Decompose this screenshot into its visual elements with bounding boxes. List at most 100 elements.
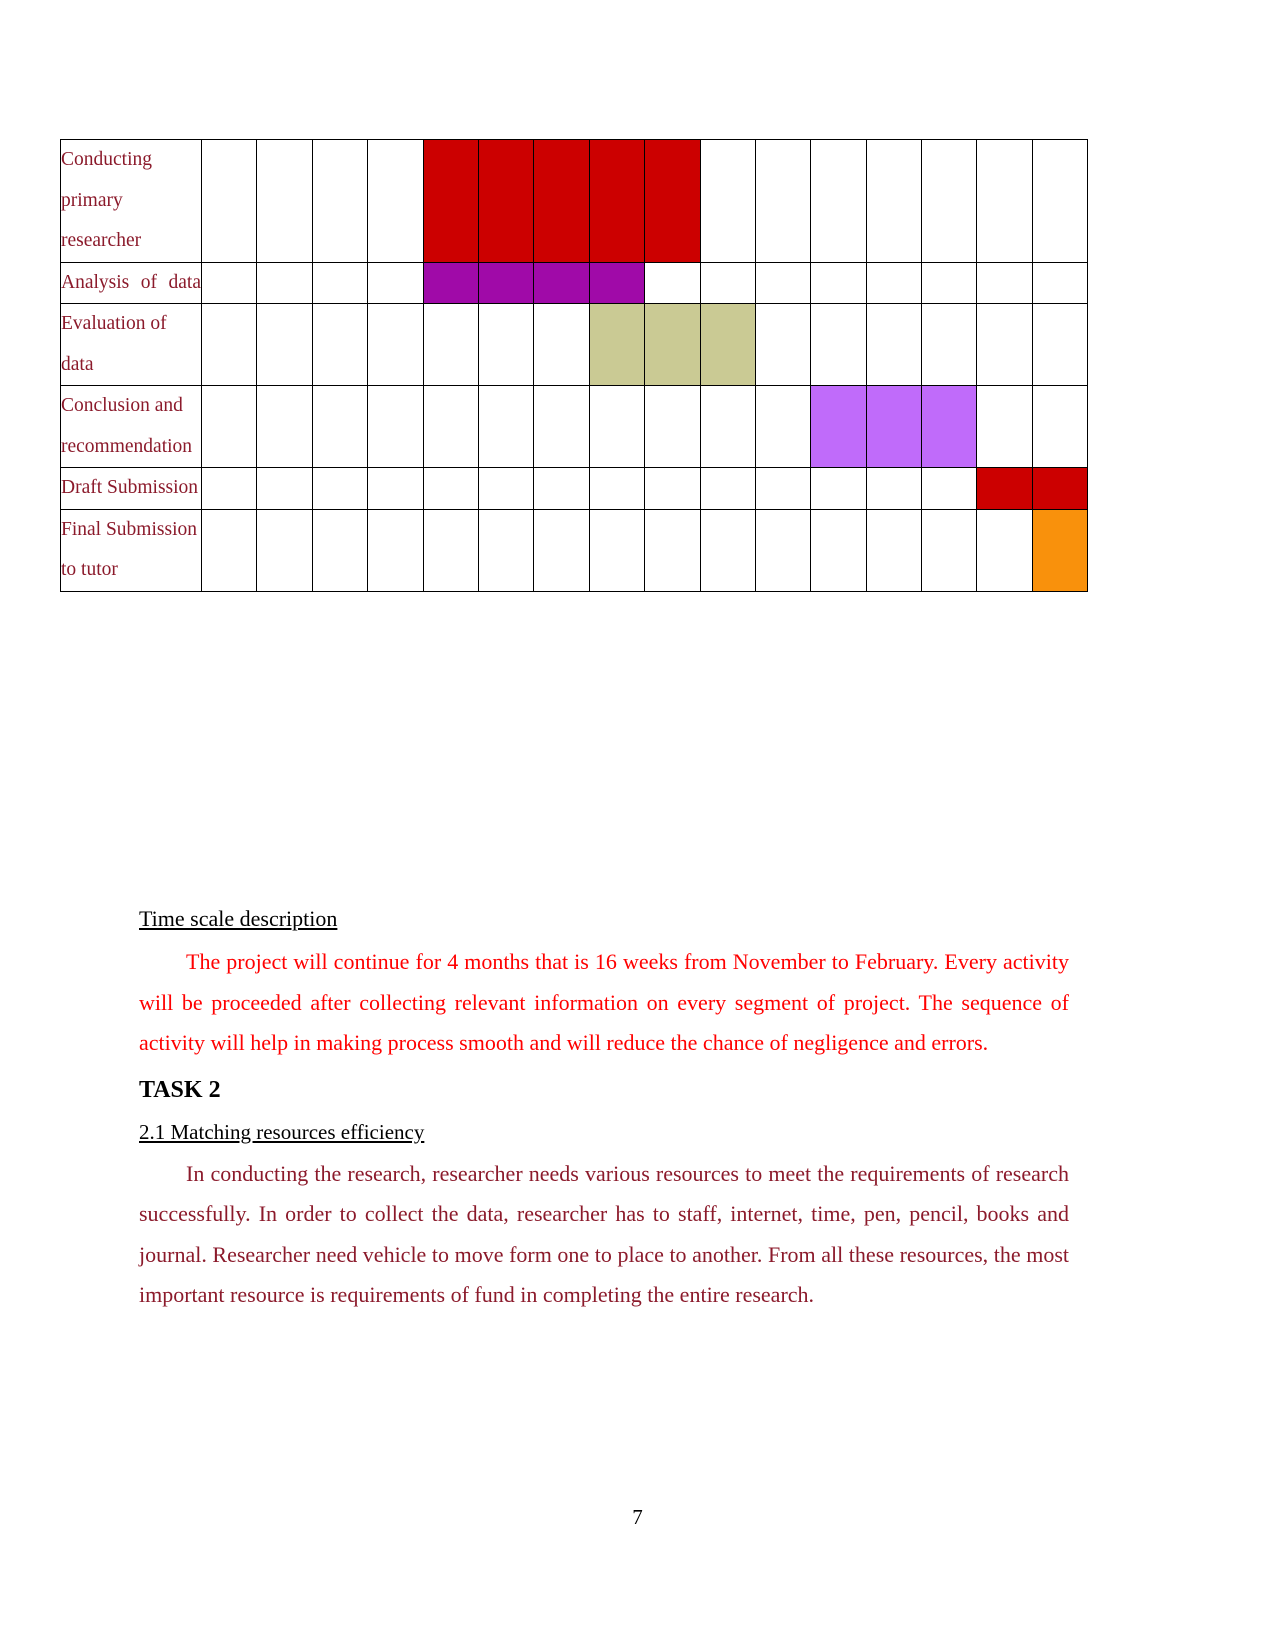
gantt-week-cell bbox=[754, 261, 812, 304]
gantt-week-cell bbox=[921, 303, 978, 386]
gantt-table-body: Conducting primary researcher Analysis of… bbox=[60, 139, 1089, 592]
gantt-week-cell bbox=[588, 467, 646, 510]
gantt-week-cell bbox=[533, 385, 590, 468]
gantt-week-cell bbox=[921, 467, 978, 510]
gantt-week-cell bbox=[976, 261, 1033, 304]
gantt-week-cell bbox=[699, 508, 756, 592]
gantt-week-cell bbox=[533, 508, 590, 592]
gantt-week-cell bbox=[644, 385, 701, 468]
gantt-week-cell bbox=[810, 261, 867, 304]
subsection-heading-block: 2.1 Matching resources efficiency bbox=[139, 1112, 1069, 1154]
gantt-chart-container: Conducting primary researcher Analysis of… bbox=[60, 139, 1089, 592]
gantt-week-cell bbox=[477, 467, 535, 510]
gantt-row: Conducting primary researcher bbox=[60, 139, 1089, 263]
gantt-week-cell bbox=[810, 303, 867, 386]
gantt-week-cell bbox=[200, 303, 258, 386]
gantt-week-cell bbox=[644, 261, 701, 304]
gantt-task-label: Analysis of data bbox=[60, 261, 202, 304]
gantt-bar-segment bbox=[422, 139, 479, 263]
gantt-week-cell bbox=[533, 467, 590, 510]
document-page: Conducting primary researcher Analysis of… bbox=[0, 0, 1275, 1651]
gantt-week-cell bbox=[256, 385, 313, 468]
gantt-week-cell bbox=[367, 139, 424, 263]
gantt-week-cell bbox=[311, 261, 369, 304]
gantt-week-cell bbox=[588, 385, 646, 468]
gantt-week-cell bbox=[865, 303, 923, 386]
page-number: 7 bbox=[632, 1505, 643, 1529]
gantt-week-cell bbox=[754, 508, 812, 592]
gantt-week-cell bbox=[644, 467, 701, 510]
gantt-week-cell bbox=[200, 467, 258, 510]
gantt-row: Conclusion and recommendation bbox=[60, 385, 1089, 468]
gantt-bar-segment bbox=[644, 303, 701, 386]
gantt-week-cell bbox=[810, 139, 867, 263]
gantt-bar-segment bbox=[588, 261, 646, 304]
resources-paragraph: In conducting the research, researcher n… bbox=[139, 1154, 1069, 1316]
gantt-week-cell bbox=[976, 139, 1033, 263]
timescale-paragraph-text: The project will continue for 4 months t… bbox=[139, 949, 1069, 1055]
gantt-task-label: Draft Submission bbox=[60, 467, 202, 510]
gantt-task-label: Final Submission to tutor bbox=[60, 508, 202, 592]
gantt-row: Evaluation of data bbox=[60, 303, 1089, 386]
timescale-heading-block: Time scale description bbox=[139, 900, 1069, 942]
gantt-bar-segment bbox=[1031, 467, 1089, 510]
gantt-week-cell bbox=[367, 303, 424, 386]
gantt-week-cell bbox=[477, 508, 535, 592]
gantt-task-label: Conclusion and recommendation bbox=[60, 385, 202, 468]
gantt-week-cell bbox=[754, 467, 812, 510]
gantt-bar-segment bbox=[422, 261, 479, 304]
gantt-row: Draft Submission bbox=[60, 467, 1089, 510]
gantt-week-cell bbox=[367, 467, 424, 510]
gantt-bar-segment bbox=[477, 139, 535, 263]
gantt-week-cell bbox=[754, 385, 812, 468]
gantt-week-cell bbox=[921, 261, 978, 304]
gantt-bar-segment bbox=[588, 303, 646, 386]
gantt-week-cell bbox=[865, 139, 923, 263]
gantt-week-cell bbox=[422, 467, 479, 510]
timescale-heading: Time scale description bbox=[139, 906, 338, 931]
gantt-bar-segment bbox=[1031, 508, 1089, 592]
gantt-week-cell bbox=[311, 139, 369, 263]
gantt-bar-segment bbox=[976, 467, 1033, 510]
gantt-week-cell bbox=[422, 385, 479, 468]
gantt-week-cell bbox=[1031, 261, 1089, 304]
gantt-week-cell bbox=[865, 261, 923, 304]
gantt-week-cell bbox=[311, 303, 369, 386]
gantt-week-cell bbox=[699, 139, 756, 263]
subsection-heading: 2.1 Matching resources efficiency bbox=[139, 1119, 425, 1144]
gantt-week-cell bbox=[422, 508, 479, 592]
gantt-bar-segment bbox=[921, 385, 978, 468]
task-heading: TASK 2 bbox=[139, 1076, 221, 1103]
gantt-week-cell bbox=[422, 303, 479, 386]
gantt-week-cell bbox=[256, 303, 313, 386]
gantt-week-cell bbox=[810, 467, 867, 510]
gantt-week-cell bbox=[1031, 303, 1089, 386]
gantt-week-cell bbox=[921, 139, 978, 263]
document-body: Time scale description The project will … bbox=[139, 900, 1069, 1316]
gantt-week-cell bbox=[256, 139, 313, 263]
gantt-week-cell bbox=[256, 261, 313, 304]
gantt-week-cell bbox=[976, 508, 1033, 592]
gantt-week-cell bbox=[367, 261, 424, 304]
gantt-bar-segment bbox=[865, 385, 923, 468]
gantt-task-label: Conducting primary researcher bbox=[60, 139, 202, 263]
gantt-week-cell bbox=[921, 508, 978, 592]
gantt-week-cell bbox=[200, 139, 258, 263]
gantt-week-cell bbox=[200, 261, 258, 304]
gantt-week-cell bbox=[367, 385, 424, 468]
gantt-week-cell bbox=[311, 508, 369, 592]
gantt-week-cell bbox=[976, 385, 1033, 468]
gantt-week-cell bbox=[200, 385, 258, 468]
gantt-week-cell bbox=[699, 261, 756, 304]
gantt-week-cell bbox=[256, 467, 313, 510]
gantt-task-label: Evaluation of data bbox=[60, 303, 202, 386]
gantt-bar-segment bbox=[699, 303, 756, 386]
gantt-week-cell bbox=[699, 467, 756, 510]
gantt-bar-segment bbox=[644, 139, 701, 263]
gantt-week-cell bbox=[865, 508, 923, 592]
gantt-week-cell bbox=[256, 508, 313, 592]
gantt-week-cell bbox=[1031, 385, 1089, 468]
gantt-bar-segment bbox=[533, 139, 590, 263]
gantt-week-cell bbox=[699, 385, 756, 468]
gantt-bar-segment bbox=[588, 139, 646, 263]
